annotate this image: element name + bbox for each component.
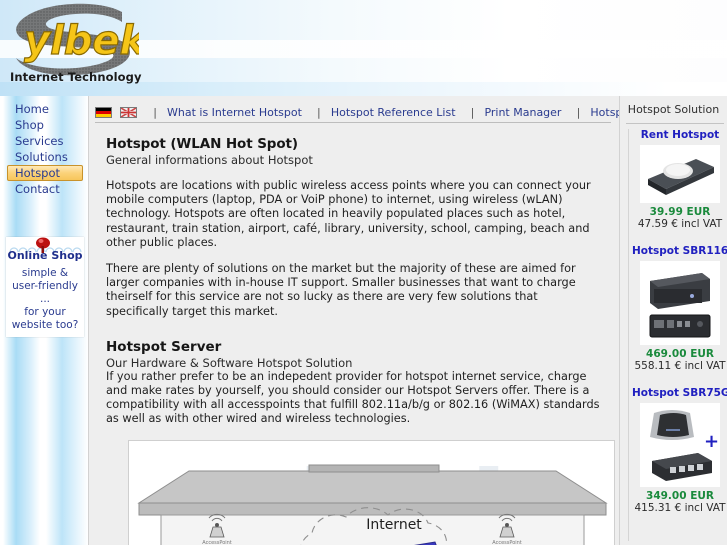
product-vat: 47.59 € incl VAT	[637, 218, 723, 230]
nav-divider	[95, 122, 611, 123]
hotspot-router-switch-photo[interactable]: +	[640, 403, 720, 487]
sidebar-item-home[interactable]: Home	[7, 101, 83, 117]
uk-flag-icon[interactable]	[120, 107, 138, 118]
access-point-label: AccessPoint	[202, 540, 232, 545]
site-header: ylbek Internet Technology	[0, 0, 727, 96]
topnav-link-what-is-internet-hotspot[interactable]: What is Internet Hotspot	[167, 106, 302, 119]
sidebar-item-services[interactable]: Services	[7, 133, 83, 149]
product-vat: 415.31 € incl VAT	[634, 502, 726, 514]
product-price: 469.00 EUR	[646, 348, 714, 360]
paragraph-intro: Hotspots are locations with public wirel…	[106, 179, 591, 249]
svg-text:+: +	[704, 431, 719, 452]
nav-separator: |	[576, 106, 581, 119]
logo-wordmark: ylbek	[24, 18, 139, 64]
product-card[interactable]: Hotspot SBR75G-HS +	[632, 387, 727, 514]
section-subtitle-hotspot-server: Our Hardware & Software Hotspot Solution	[106, 355, 353, 370]
page-title: Hotspot (WLAN Hot Spot)	[106, 136, 298, 152]
product-name[interactable]: Rent Hotspot	[632, 129, 727, 141]
nav-separator: |	[470, 106, 475, 119]
shop-line: website too?	[11, 319, 79, 331]
main-navigation: Home Shop Services Solutions Hotspot Con…	[7, 101, 83, 197]
product-name[interactable]: Hotspot SBR75G-HS	[632, 387, 727, 399]
site-tagline: Internet Technology	[10, 70, 142, 84]
product-list: Rent Hotspot 39.99 EUR 47.59 € incl VAT	[628, 129, 727, 541]
online-shop-card[interactable]: Online Shop simple & user-friendly ... f…	[6, 237, 84, 337]
product-price: 349.00 EUR	[646, 490, 714, 502]
right-sidebar: Hotspot Solution Rent Hotspot 39.99 EUR	[619, 96, 727, 545]
product-vat: 558.11 € incl VAT	[634, 360, 726, 372]
sidebar-item-solutions[interactable]: Solutions	[7, 149, 83, 165]
product-price: 39.99 EUR	[649, 206, 711, 218]
left-sidebar: Home Shop Services Solutions Hotspot Con…	[0, 96, 88, 545]
right-sidebar-title: Hotspot Solution	[627, 103, 720, 116]
online-shop-text: simple & user-friendly ... for your webs…	[6, 267, 84, 332]
hotspot-network-diagram: sylbek	[128, 439, 615, 545]
page-root: ylbek Internet Technology Home Shop Serv…	[0, 0, 727, 545]
shop-line: ...	[39, 293, 50, 305]
page-subtitle: General informations about Hotspot	[106, 153, 313, 167]
main-content-panel: | What is Internet Hotspot | Hotspot Ref…	[88, 96, 723, 545]
product-card[interactable]: Hotspot SBR116-HS	[632, 245, 727, 372]
paragraph-market: There are plenty of solutions on the mar…	[106, 262, 576, 318]
cloud-label: Internet	[366, 517, 422, 533]
hotspot-router-photo[interactable]	[640, 145, 720, 203]
sidebar-item-contact[interactable]: Contact	[7, 181, 83, 197]
topnav-link-hotspot-reference-list[interactable]: Hotspot Reference List	[331, 106, 456, 119]
sidebar-item-hotspot[interactable]: Hotspot	[7, 165, 83, 181]
sidebar-item-shop[interactable]: Shop	[7, 117, 83, 133]
right-sidebar-divider	[626, 123, 724, 124]
shop-line: for your	[24, 306, 66, 318]
shop-line: user-friendly	[12, 280, 78, 292]
article-body: Hotspot (WLAN Hot Spot) General informat…	[89, 128, 620, 545]
online-shop-title: Online Shop	[7, 249, 83, 262]
nav-separator: |	[153, 106, 157, 119]
nav-separator: |	[317, 106, 321, 119]
product-card[interactable]: Rent Hotspot 39.99 EUR 47.59 € incl VAT	[632, 129, 727, 230]
paragraph-server: If you rather prefer to be an indepedent…	[106, 369, 600, 426]
german-flag-icon[interactable]	[95, 107, 112, 118]
section-title-hotspot-server: Hotspot Server	[106, 338, 222, 355]
topnav-link-print-manager[interactable]: Print Manager	[484, 106, 561, 119]
secondary-navigation: | What is Internet Hotspot | Hotspot Ref…	[89, 96, 723, 123]
shop-line: simple &	[21, 267, 69, 279]
product-name[interactable]: Hotspot SBR116-HS	[632, 245, 727, 257]
hotspot-server-photo[interactable]	[640, 261, 720, 345]
access-point-label: AccessPoint	[492, 540, 522, 545]
